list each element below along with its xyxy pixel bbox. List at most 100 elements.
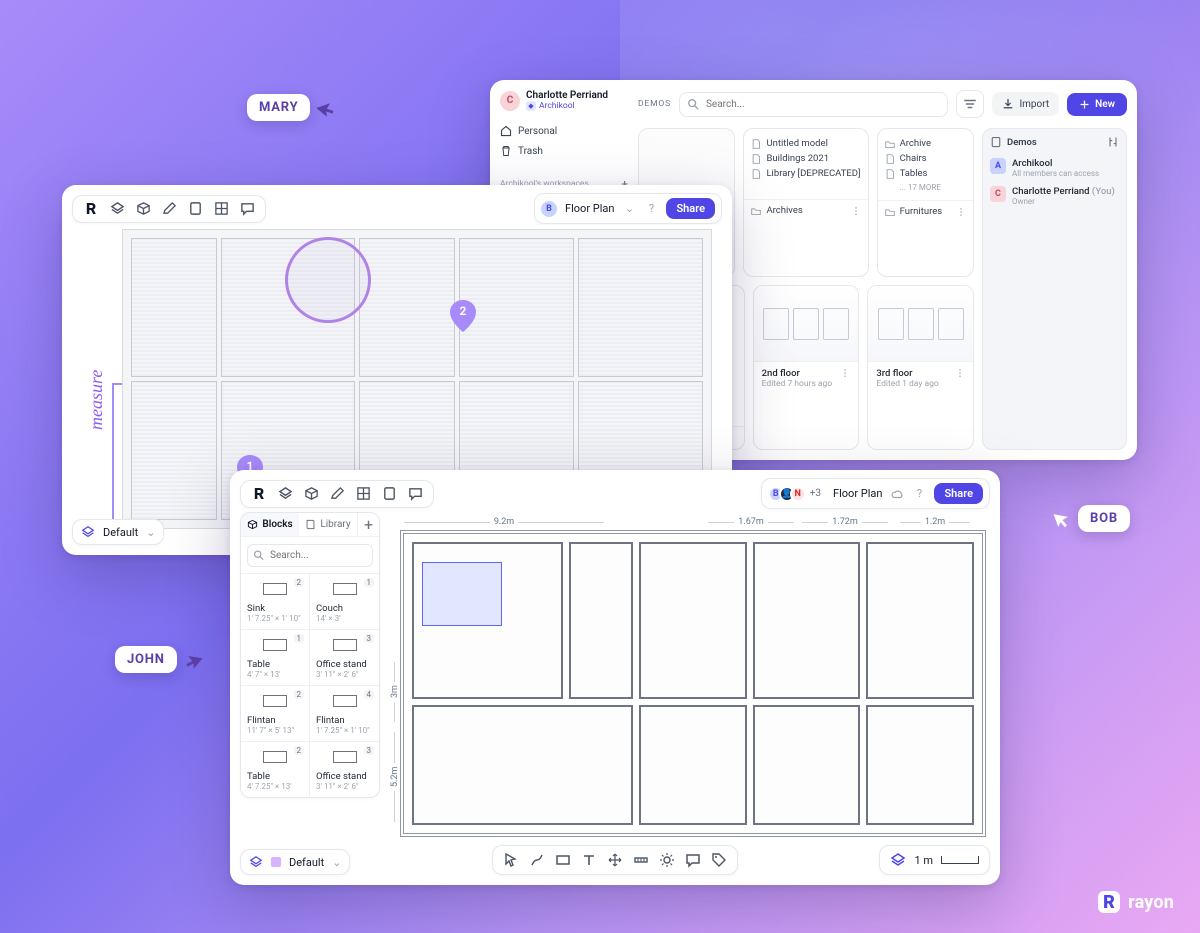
chat-tool[interactable]	[407, 486, 423, 502]
model-thumbnail	[754, 286, 859, 361]
share-button[interactable]: Share	[934, 483, 983, 504]
move-tool[interactable]	[607, 852, 623, 868]
more-icon[interactable]	[840, 368, 850, 378]
canvas[interactable]: 9.2m 1.67m 1.72m 1.2m 3m 5.2m	[390, 512, 990, 841]
layers-tool[interactable]	[277, 486, 293, 502]
cloud-status-icon[interactable]	[890, 487, 904, 501]
dimension-label: 1.72m	[802, 516, 888, 528]
layer-selector[interactable]: Default ⌄	[72, 519, 164, 545]
tab-library[interactable]: Library	[299, 513, 357, 536]
chat-tool[interactable]	[685, 852, 701, 868]
more-icon[interactable]	[955, 368, 965, 378]
text-tool[interactable]	[581, 852, 597, 868]
drawing-toolbar	[492, 845, 738, 875]
scale-indicator[interactable]: 1 m	[879, 845, 990, 875]
measure-icon	[633, 852, 649, 868]
model-card[interactable]: 2nd floorEdited 7 hours ago	[753, 285, 860, 450]
breadcrumb: DEMOS	[638, 99, 671, 109]
select-tool[interactable]	[503, 852, 519, 868]
block-item[interactable]: 3 Office stand 3' 11" × 2' 6"	[310, 630, 379, 686]
search-input[interactable]	[679, 92, 948, 117]
folder-item[interactable]: Tables	[885, 166, 966, 181]
search-field[interactable]	[679, 92, 948, 117]
folder-item[interactable]: Archive	[885, 136, 966, 151]
annotation-circle[interactable]	[285, 237, 371, 323]
measure-tool[interactable]	[633, 852, 649, 868]
document-title[interactable]: Floor Plan	[565, 202, 614, 215]
dimension-label: 9.2m	[404, 516, 604, 528]
annotation-pin-2[interactable]: 2	[450, 300, 476, 332]
user-profile[interactable]: C Charlotte Perriand ◆ Archikool	[500, 90, 628, 111]
document-title[interactable]: Floor Plan	[833, 487, 882, 500]
folder-item[interactable]: Untitled model	[751, 136, 860, 151]
chat-tool[interactable]	[239, 201, 255, 217]
help-button[interactable]: ?	[644, 202, 658, 216]
search-icon	[687, 98, 699, 110]
share-button[interactable]: Share	[666, 198, 715, 219]
line-tool[interactable]	[529, 852, 545, 868]
grid-tool[interactable]	[355, 486, 371, 502]
folder-item[interactable]: Chairs	[885, 151, 966, 166]
blocks-search[interactable]	[241, 537, 379, 574]
layers-icon	[249, 855, 263, 869]
edit-tool[interactable]	[161, 201, 177, 217]
help-button[interactable]: ?	[912, 487, 926, 501]
dimension-label: 3m	[390, 662, 400, 722]
team-member[interactable]: C Charlotte Perriand (You)Owner	[990, 182, 1119, 210]
nav-trash[interactable]: Trash	[500, 141, 628, 161]
folder-item[interactable]: Buildings 2021	[751, 151, 860, 166]
app-logo[interactable]: R	[83, 201, 99, 217]
page-tool[interactable]	[187, 201, 203, 217]
main-toolbar: R	[240, 480, 434, 508]
model-card[interactable]: 3rd floorEdited 1 day ago	[867, 285, 974, 450]
blocks-search-input[interactable]	[247, 544, 373, 567]
layer-selector[interactable]: Default ⌄	[240, 849, 350, 875]
add-tab-button[interactable]: +	[357, 513, 379, 536]
team-settings-icon[interactable]	[1107, 136, 1119, 148]
block-item[interactable]: 4 Flintan 1' 7.25" × 1' 10"	[310, 686, 379, 742]
block-item[interactable]: 1 Table 4' 7" × 13'	[241, 630, 310, 686]
folder-more-count[interactable]: ... 17 MORE	[885, 181, 966, 196]
block-name: Sink	[247, 603, 303, 614]
new-button[interactable]: New	[1067, 93, 1127, 116]
block-item[interactable]: 3 Office stand 3' 11" × 2' 6"	[310, 742, 379, 797]
block-count: 3	[364, 634, 375, 643]
block-dimensions: 1' 7.25" × 1' 10"	[316, 726, 373, 735]
sun-tool[interactable]	[659, 852, 675, 868]
block-item[interactable]: 2 Flintan 11' 7" × 5' 13"	[241, 686, 310, 742]
team-member[interactable]: A ArchikoolAll members can access	[990, 154, 1119, 182]
page-tool[interactable]	[381, 486, 397, 502]
rect-tool[interactable]	[555, 852, 571, 868]
selected-furniture[interactable]	[422, 562, 502, 626]
cube-icon	[247, 519, 258, 530]
folder-item[interactable]: Library [DEPRECATED]	[751, 166, 860, 181]
more-icon[interactable]	[851, 206, 861, 216]
cube-tool[interactable]	[135, 201, 151, 217]
more-icon[interactable]	[956, 207, 966, 217]
select-icon	[503, 852, 519, 868]
cube-tool[interactable]	[303, 486, 319, 502]
layers-tool[interactable]	[109, 201, 125, 217]
chevron-down-icon[interactable]: ⌄	[622, 202, 636, 216]
download-icon	[1002, 98, 1014, 110]
line-icon	[529, 852, 545, 868]
filter-button[interactable]	[956, 90, 984, 118]
collaborator-avatar[interactable]: B	[541, 201, 557, 217]
nav-personal[interactable]: Personal	[500, 121, 628, 141]
tag-tool[interactable]	[711, 852, 727, 868]
block-dimensions: 11' 7" × 5' 13"	[247, 726, 303, 735]
edit-tool[interactable]	[329, 486, 345, 502]
block-item[interactable]: 2 Sink 1' 7.25" × 1' 10"	[241, 574, 310, 630]
block-item[interactable]: 2 Table 4' 7.25" × 13'	[241, 742, 310, 797]
import-button[interactable]: Import	[992, 92, 1059, 116]
grid-tool[interactable]	[213, 201, 229, 217]
app-logo[interactable]: R	[251, 486, 267, 502]
collaborators-more[interactable]: +3	[810, 488, 821, 499]
block-dimensions: 4' 7.25" × 13'	[247, 782, 303, 791]
folder-card-furnitures[interactable]: Archive Chairs Tables ... 17 MORE Furnit…	[877, 128, 974, 277]
block-item[interactable]: 1 Couch 14' × 3'	[310, 574, 379, 630]
folder-card-archives[interactable]: Untitled model Buildings 2021 Library [D…	[743, 128, 868, 277]
tab-blocks[interactable]: Blocks	[241, 513, 299, 536]
collaborators[interactable]: B 👤 N +3	[768, 486, 825, 502]
measure-bracket[interactable]	[112, 383, 122, 533]
